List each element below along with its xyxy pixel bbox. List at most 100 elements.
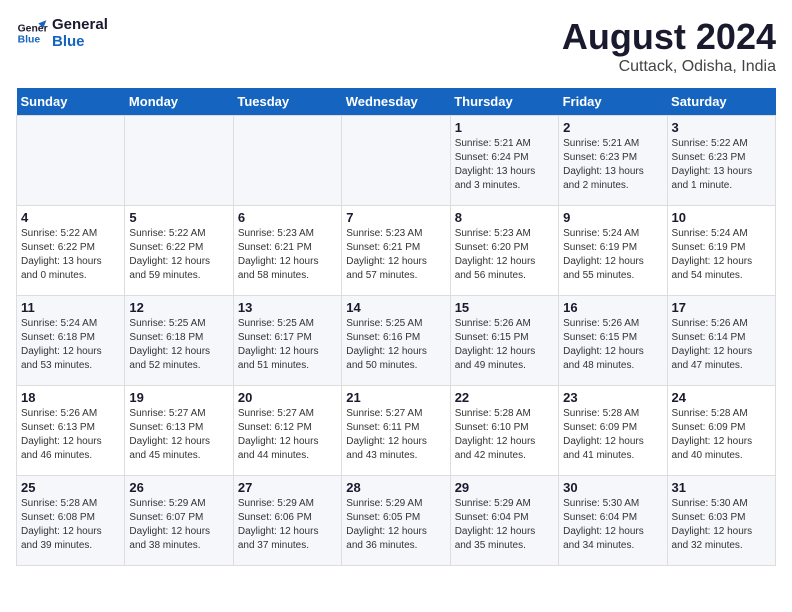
day-number: 16 (563, 300, 662, 315)
day-info: Sunrise: 5:25 AM Sunset: 6:17 PM Dayligh… (238, 317, 337, 373)
day-number: 7 (346, 210, 445, 225)
calendar-cell: 29 Sunrise: 5:29 AM Sunset: 6:04 PM Dayli… (450, 476, 558, 566)
day-number: 27 (238, 480, 337, 495)
day-number: 22 (455, 390, 554, 405)
calendar-cell: 4Sunrise: 5:22 AM Sunset: 6:22 PM Daylig… (17, 206, 125, 296)
day-info: Sunrise: 5:29 AM Sunset: 6:05 PM Dayligh… (346, 497, 445, 553)
week-row-2: 4Sunrise: 5:22 AM Sunset: 6:22 PM Daylig… (17, 206, 776, 296)
day-number: 24 (672, 390, 771, 405)
day-info: Sunrise: 5:28 AM Sunset: 6:08 PM Dayligh… (21, 497, 120, 553)
calendar-cell: 30Sunrise: 5:30 AM Sunset: 6:04 PM Dayli… (559, 476, 667, 566)
calendar-cell: 1 Sunrise: 5:21 AM Sunset: 6:24 PM Daylig… (450, 116, 558, 206)
day-number: 9 (563, 210, 662, 225)
day-number: 10 (672, 210, 771, 225)
header: General Blue General Blue August 2024 Cu… (16, 16, 776, 76)
day-info: Sunrise: 5:23 AM Sunset: 6:21 PM Dayligh… (346, 227, 445, 283)
day-number: 11 (21, 300, 120, 315)
day-info: Sunrise: 5:22 AM Sunset: 6:23 PM Dayligh… (672, 137, 771, 193)
calendar-cell: 3 Sunrise: 5:22 AM Sunset: 6:23 PM Daylig… (667, 116, 775, 206)
calendar-cell: 2Sunrise: 5:21 AM Sunset: 6:23 PM Daylig… (559, 116, 667, 206)
day-number: 23 (563, 390, 662, 405)
day-number: 14 (346, 300, 445, 315)
calendar-cell (125, 116, 233, 206)
day-info: Sunrise: 5:24 AM Sunset: 6:19 PM Dayligh… (563, 227, 662, 283)
day-number: 15 (455, 300, 554, 315)
subtitle: Cuttack, Odisha, India (562, 58, 776, 76)
calendar-cell: 18 Sunrise: 5:26 AM Sunset: 6:13 PM Dayli… (17, 386, 125, 476)
calendar-cell (342, 116, 450, 206)
day-number: 26 (129, 480, 228, 495)
day-number: 8 (455, 210, 554, 225)
title-area: August 2024 Cuttack, Odisha, India (562, 16, 776, 76)
day-number: 12 (129, 300, 228, 315)
day-number: 3 (672, 120, 771, 135)
calendar-cell: 22 Sunrise: 5:28 AM Sunset: 6:10 PM Dayli… (450, 386, 558, 476)
day-info: Sunrise: 5:29 AM Sunset: 6:04 PM Dayligh… (455, 497, 554, 553)
calendar-table: SundayMondayTuesdayWednesdayThursdayFrid… (16, 88, 776, 566)
calendar-cell: 7 Sunrise: 5:23 AM Sunset: 6:21 PM Daylig… (342, 206, 450, 296)
logo-text-general: General (52, 16, 108, 33)
calendar-cell: 24 Sunrise: 5:28 AM Sunset: 6:09 PM Dayli… (667, 386, 775, 476)
calendar-cell: 8 Sunrise: 5:23 AM Sunset: 6:20 PM Daylig… (450, 206, 558, 296)
weekday-header-monday: Monday (125, 88, 233, 116)
calendar-cell: 6Sunrise: 5:23 AM Sunset: 6:21 PM Daylig… (233, 206, 341, 296)
day-number: 18 (21, 390, 120, 405)
day-number: 19 (129, 390, 228, 405)
week-row-3: 11Sunrise: 5:24 AM Sunset: 6:18 PM Dayli… (17, 296, 776, 386)
day-number: 25 (21, 480, 120, 495)
calendar-cell: 25 Sunrise: 5:28 AM Sunset: 6:08 PM Dayli… (17, 476, 125, 566)
day-number: 4 (21, 210, 120, 225)
calendar-cell: 20Sunrise: 5:27 AM Sunset: 6:12 PM Dayli… (233, 386, 341, 476)
weekday-header-wednesday: Wednesday (342, 88, 450, 116)
day-info: Sunrise: 5:23 AM Sunset: 6:20 PM Dayligh… (455, 227, 554, 283)
day-number: 21 (346, 390, 445, 405)
calendar-cell: 13 Sunrise: 5:25 AM Sunset: 6:17 PM Dayli… (233, 296, 341, 386)
calendar-cell: 21Sunrise: 5:27 AM Sunset: 6:11 PM Dayli… (342, 386, 450, 476)
weekday-header-sunday: Sunday (17, 88, 125, 116)
day-number: 31 (672, 480, 771, 495)
calendar-cell: 16Sunrise: 5:26 AM Sunset: 6:15 PM Dayli… (559, 296, 667, 386)
calendar-cell: 11Sunrise: 5:24 AM Sunset: 6:18 PM Dayli… (17, 296, 125, 386)
day-number: 28 (346, 480, 445, 495)
day-info: Sunrise: 5:23 AM Sunset: 6:21 PM Dayligh… (238, 227, 337, 283)
day-info: Sunrise: 5:24 AM Sunset: 6:19 PM Dayligh… (672, 227, 771, 283)
day-info: Sunrise: 5:26 AM Sunset: 6:13 PM Dayligh… (21, 407, 120, 463)
day-info: Sunrise: 5:28 AM Sunset: 6:09 PM Dayligh… (563, 407, 662, 463)
day-info: Sunrise: 5:25 AM Sunset: 6:16 PM Dayligh… (346, 317, 445, 373)
calendar-cell: 19 Sunrise: 5:27 AM Sunset: 6:13 PM Dayli… (125, 386, 233, 476)
day-info: Sunrise: 5:29 AM Sunset: 6:07 PM Dayligh… (129, 497, 228, 553)
calendar-cell: 5Sunrise: 5:22 AM Sunset: 6:22 PM Daylig… (125, 206, 233, 296)
day-info: Sunrise: 5:28 AM Sunset: 6:09 PM Dayligh… (672, 407, 771, 463)
week-row-4: 18 Sunrise: 5:26 AM Sunset: 6:13 PM Dayli… (17, 386, 776, 476)
calendar-cell: 31 Sunrise: 5:30 AM Sunset: 6:03 PM Dayli… (667, 476, 775, 566)
day-info: Sunrise: 5:28 AM Sunset: 6:10 PM Dayligh… (455, 407, 554, 463)
calendar-cell: 14 Sunrise: 5:25 AM Sunset: 6:16 PM Dayli… (342, 296, 450, 386)
day-info: Sunrise: 5:27 AM Sunset: 6:13 PM Dayligh… (129, 407, 228, 463)
calendar-cell: 9 Sunrise: 5:24 AM Sunset: 6:19 PM Daylig… (559, 206, 667, 296)
day-number: 30 (563, 480, 662, 495)
day-info: Sunrise: 5:21 AM Sunset: 6:23 PM Dayligh… (563, 137, 662, 193)
calendar-cell: 23 Sunrise: 5:28 AM Sunset: 6:09 PM Dayli… (559, 386, 667, 476)
logo-text-blue: Blue (52, 33, 108, 50)
day-number: 20 (238, 390, 337, 405)
day-info: Sunrise: 5:26 AM Sunset: 6:15 PM Dayligh… (455, 317, 554, 373)
calendar-cell: 17Sunrise: 5:26 AM Sunset: 6:14 PM Dayli… (667, 296, 775, 386)
day-info: Sunrise: 5:29 AM Sunset: 6:06 PM Dayligh… (238, 497, 337, 553)
day-info: Sunrise: 5:26 AM Sunset: 6:14 PM Dayligh… (672, 317, 771, 373)
calendar-cell: 15 Sunrise: 5:26 AM Sunset: 6:15 PM Dayli… (450, 296, 558, 386)
calendar-cell (17, 116, 125, 206)
day-number: 29 (455, 480, 554, 495)
logo-icon: General Blue (16, 17, 48, 49)
week-row-5: 25 Sunrise: 5:28 AM Sunset: 6:08 PM Dayli… (17, 476, 776, 566)
day-number: 13 (238, 300, 337, 315)
calendar-cell: 12 Sunrise: 5:25 AM Sunset: 6:18 PM Dayli… (125, 296, 233, 386)
svg-text:Blue: Blue (18, 35, 41, 46)
day-info: Sunrise: 5:25 AM Sunset: 6:18 PM Dayligh… (129, 317, 228, 373)
calendar-cell: 27 Sunrise: 5:29 AM Sunset: 6:06 PM Dayli… (233, 476, 341, 566)
calendar-cell: 10 Sunrise: 5:24 AM Sunset: 6:19 PM Dayli… (667, 206, 775, 296)
weekday-header-row: SundayMondayTuesdayWednesdayThursdayFrid… (17, 88, 776, 116)
day-info: Sunrise: 5:30 AM Sunset: 6:03 PM Dayligh… (672, 497, 771, 553)
day-number: 1 (455, 120, 554, 135)
day-info: Sunrise: 5:21 AM Sunset: 6:24 PM Dayligh… (455, 137, 554, 193)
weekday-header-saturday: Saturday (667, 88, 775, 116)
